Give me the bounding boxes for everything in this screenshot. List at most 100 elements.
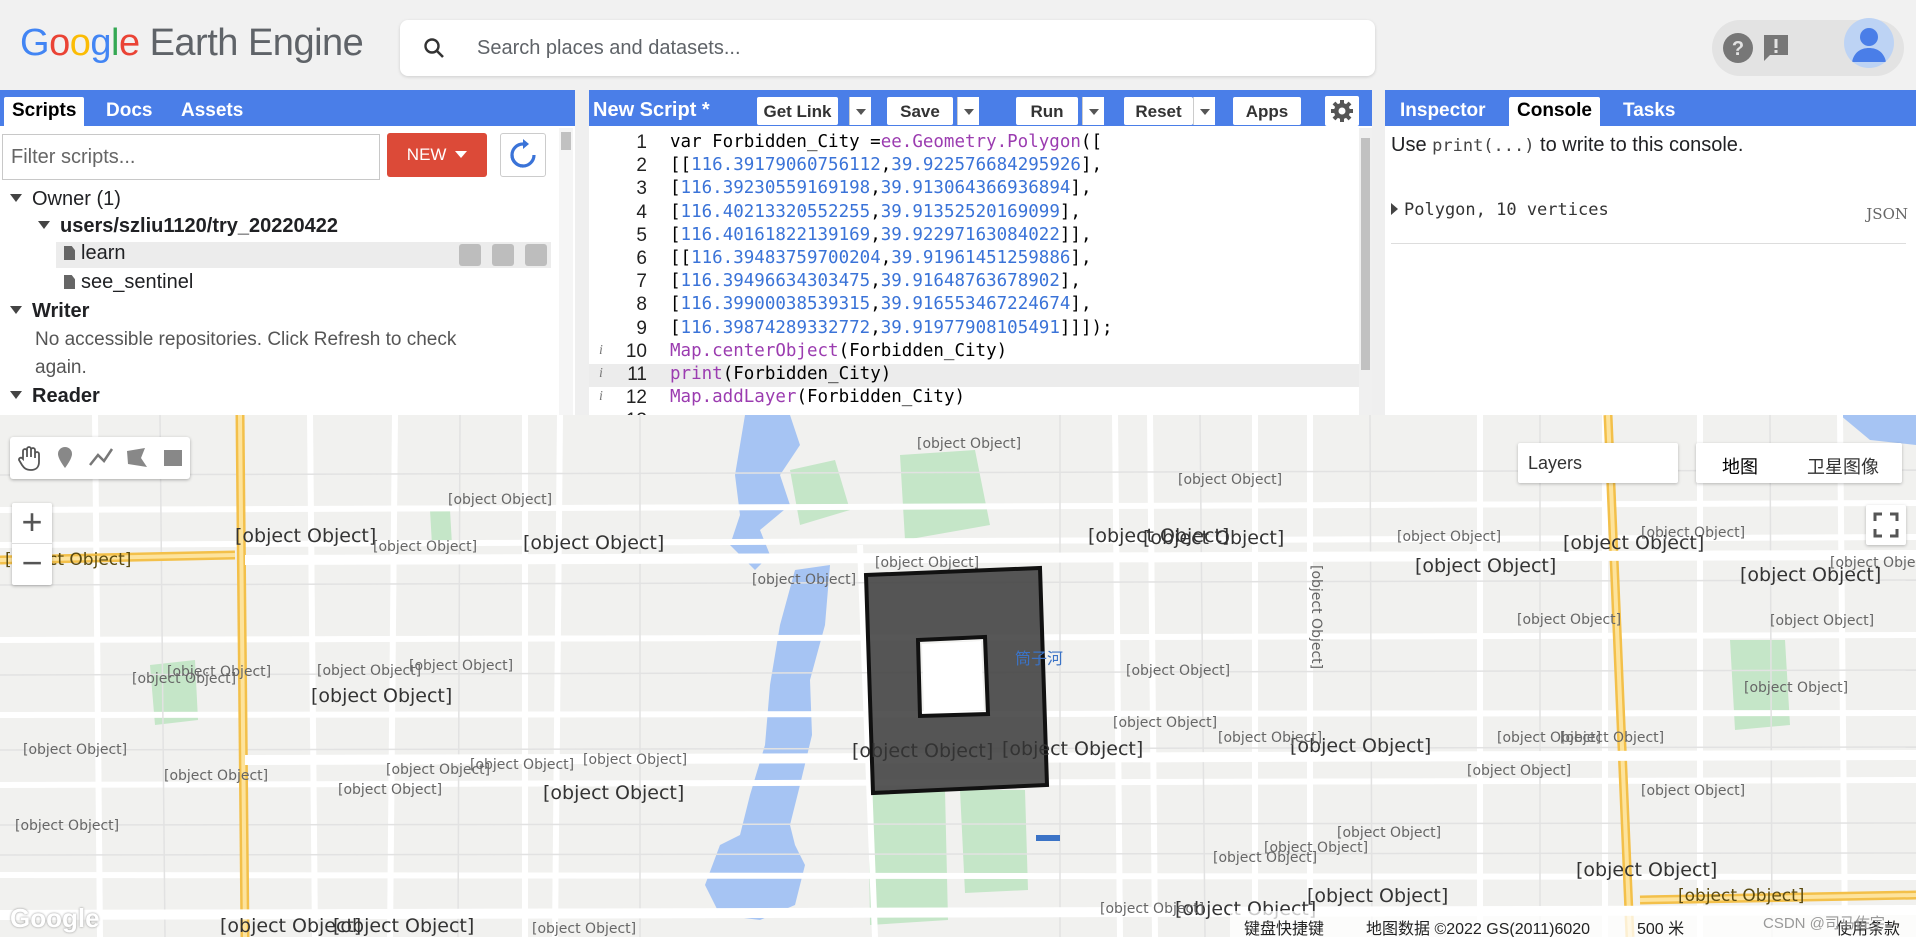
new-button[interactable]: NEW <box>387 133 487 177</box>
edit-icon[interactable] <box>492 244 514 266</box>
code-line[interactable]: 4 [116.40213320552255,39.91352520169099], <box>589 202 1359 225</box>
earth-engine-logo[interactable]: Google Earth Engine <box>20 22 364 65</box>
code-editor-panel: New Script * Get Link Save Run Reset App… <box>589 90 1372 415</box>
code-line[interactable]: i 11 print(Forbidden_City) <box>589 364 1359 387</box>
rectangle-draw-icon[interactable] <box>158 443 188 473</box>
code-token: , <box>870 224 881 245</box>
map-label: [object Object] <box>15 818 120 834</box>
apps-button[interactable]: Apps <box>1233 97 1301 125</box>
code-line[interactable]: 9 [116.39874289332772,39.91977908105491]]… <box>589 318 1359 341</box>
code-line[interactable]: 7 [116.39496634303475,39.91648763678902], <box>589 271 1359 294</box>
run-dropdown[interactable] <box>1082 97 1104 125</box>
search-input[interactable] <box>477 32 1337 64</box>
code-line[interactable]: 6 [[116.39483759700204,39.91961451259886]… <box>589 248 1359 271</box>
line-number: 5 <box>636 224 647 246</box>
code-token: 39.91352520169099 <box>880 201 1060 222</box>
code-line[interactable]: i 12 Map.addLayer(Forbidden_City) <box>589 387 1359 410</box>
script-see-sentinel[interactable]: see_sentinel <box>64 271 193 294</box>
reset-dropdown[interactable] <box>1193 97 1215 125</box>
refresh-button[interactable] <box>500 133 546 177</box>
line-number: 4 <box>636 201 647 223</box>
gear-icon <box>1331 100 1353 122</box>
scripts-scrollbar[interactable] <box>559 128 573 415</box>
drawing-tools <box>10 437 190 479</box>
run-button[interactable]: Run <box>1016 97 1078 125</box>
filter-scripts-input[interactable] <box>2 134 380 180</box>
map-label: [object Object] <box>1641 783 1746 799</box>
tree-reader[interactable]: Reader <box>10 385 100 408</box>
code-line[interactable]: 8 [116.39900038539315,39.916553467224674]… <box>589 294 1359 317</box>
editor-scrollbar[interactable] <box>1359 128 1372 415</box>
map-label: [object Object] <box>1576 859 1718 881</box>
tree-repo-label: users/szliu1120/try_20220422 <box>60 215 338 237</box>
account-avatar[interactable] <box>1844 18 1894 68</box>
map-type-map[interactable]: 地图 <box>1722 453 1758 479</box>
tree-writer[interactable]: Writer <box>10 300 89 323</box>
map-type-satellite[interactable]: 卫星图像 <box>1807 453 1879 479</box>
code-line[interactable]: 3 [116.39230559169198,39.913064366936894]… <box>589 178 1359 201</box>
code-token: 39.92297163084022 <box>880 224 1060 245</box>
map-view[interactable]: [object Object] [object Object] [object … <box>0 415 1916 937</box>
tab-console[interactable]: Console <box>1509 97 1600 126</box>
tree-owner-label: Owner (1) <box>32 188 121 210</box>
tab-assets[interactable]: Assets <box>173 97 251 126</box>
code-line[interactable]: 1 var Forbidden_City =ee.Geometry.Polygon… <box>589 132 1359 155</box>
pan-hand-icon[interactable] <box>14 443 44 473</box>
settings-button[interactable] <box>1325 96 1359 126</box>
code-line[interactable]: 2 [[116.39179060756112,39.922576684295926… <box>589 155 1359 178</box>
panel-splitter-right[interactable] <box>1372 90 1386 415</box>
tab-scripts[interactable]: Scripts <box>4 97 85 126</box>
code-line[interactable]: i 10 Map.centerObject(Forbidden_City) <box>589 341 1359 364</box>
caret-down-icon <box>10 391 22 399</box>
park <box>900 450 990 540</box>
tab-tasks[interactable]: Tasks <box>1615 97 1683 126</box>
caret-down-icon <box>38 221 50 229</box>
feedback-icon[interactable] <box>1756 28 1796 68</box>
logo-product-name: Earth Engine <box>149 22 364 64</box>
tree-repo[interactable]: users/szliu1120/try_20220422 <box>38 215 338 238</box>
get-link-button[interactable]: Get Link <box>757 97 838 125</box>
code-token: 116.39900038539315 <box>680 294 871 315</box>
fullscreen-button[interactable] <box>1866 505 1906 545</box>
keyboard-shortcuts-link[interactable]: 键盘快捷键 <box>1244 915 1324 937</box>
get-link-dropdown[interactable] <box>849 97 871 125</box>
json-link[interactable]: JSON <box>1866 205 1908 223</box>
caret-right-icon <box>1391 203 1398 215</box>
map-label: [object Object] <box>523 532 665 554</box>
line-draw-icon[interactable] <box>86 443 116 473</box>
logo-letter: e <box>118 22 140 64</box>
zoom-out-button[interactable]: − <box>12 543 52 583</box>
code-line[interactable]: 5 [116.40161822139169,39.92297163084022]]… <box>589 225 1359 248</box>
reset-button[interactable]: Reset <box>1124 97 1193 125</box>
save-dropdown[interactable] <box>957 97 979 125</box>
zoom-in-button[interactable]: + <box>12 503 52 543</box>
tab-inspector[interactable]: Inspector <box>1392 97 1494 126</box>
layers-button[interactable]: Layers <box>1518 443 1678 483</box>
scale-label[interactable]: 500 米 <box>1637 915 1684 937</box>
map-label: [object Object] <box>448 492 553 508</box>
code-text: [[116.39179060756112,39.922576684295926]… <box>670 155 1102 175</box>
delete-icon[interactable] <box>525 244 547 266</box>
line-number: 9 <box>636 317 647 339</box>
console-object[interactable]: Polygon, 10 vertices <box>1391 200 1911 220</box>
script-row-learn[interactable]: learn <box>56 242 551 268</box>
help-icon[interactable]: ? <box>1718 28 1758 68</box>
polygon-draw-icon[interactable] <box>122 443 152 473</box>
marker-icon[interactable] <box>50 443 80 473</box>
search-box[interactable] <box>400 20 1375 76</box>
map-label: [object Object] <box>1126 663 1231 679</box>
line-number: 1 <box>636 132 647 153</box>
save-button[interactable]: Save <box>887 97 953 125</box>
map-label: [object Object] <box>752 572 857 588</box>
code-area[interactable]: 1 var Forbidden_City =ee.Geometry.Polygon… <box>589 128 1359 415</box>
map-label: [object Object] <box>1641 525 1746 541</box>
svg-text:?: ? <box>1732 38 1744 60</box>
writer-message: No accessible repositories. Click Refres… <box>35 329 457 350</box>
code-text: [116.40213320552255,39.91352520169099], <box>670 202 1081 222</box>
code-token: 116.39496634303475 <box>680 271 871 292</box>
history-icon[interactable] <box>459 244 481 266</box>
panel-splitter-left[interactable] <box>575 90 589 415</box>
code-text: [116.39230559169198,39.913064366936894], <box>670 178 1091 198</box>
tree-owner[interactable]: Owner (1) <box>10 188 121 211</box>
tab-docs[interactable]: Docs <box>98 97 160 126</box>
